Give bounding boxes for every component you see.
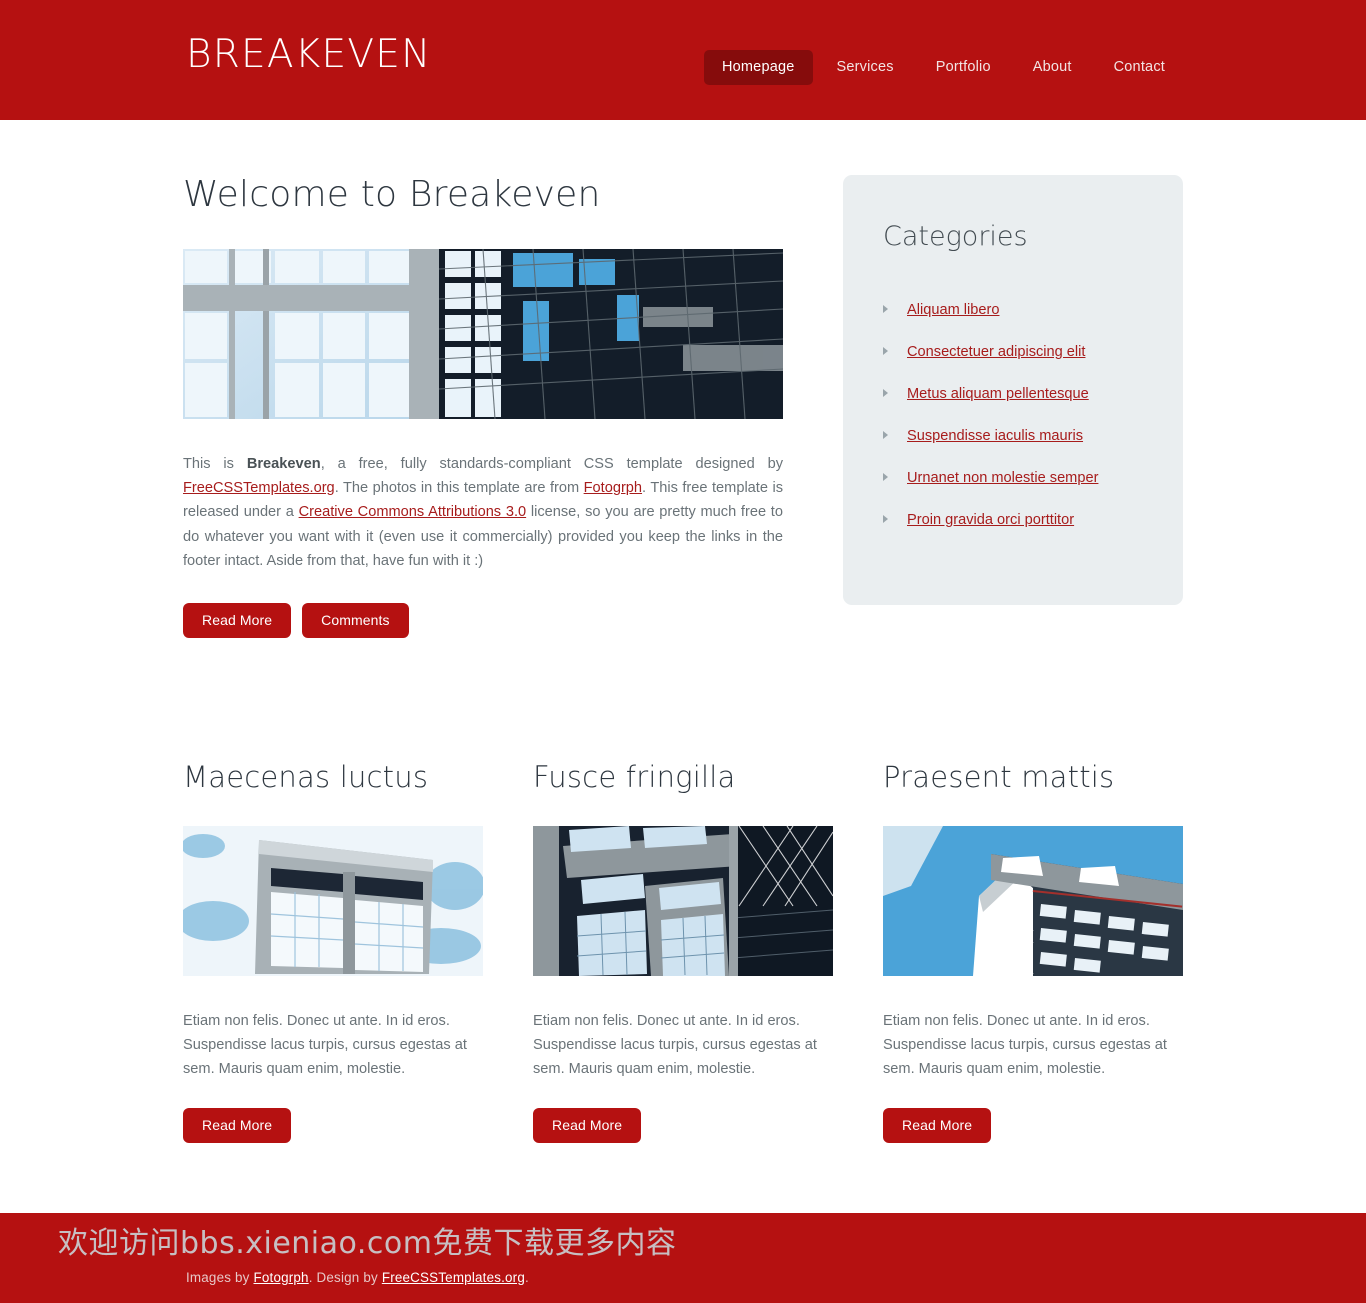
main-navigation: Homepage Services Portfolio About Contac… [698, 50, 1183, 85]
read-more-button[interactable]: Read More [183, 602, 292, 638]
footer-link-fotogrph[interactable]: Fotogrph [254, 1270, 309, 1285]
hero-image-graphic [183, 248, 783, 419]
feature-column-0: Maecenas luctus Etiam non felis. Donec u… [183, 759, 483, 1143]
page-container: Welcome to Breakeven This is Breakeven, … [183, 120, 1183, 1203]
category-link-3[interactable]: Suspendisse iaculis mauris [907, 428, 1083, 444]
column-read-more-button-0[interactable]: Read More [183, 1107, 292, 1143]
nav-item-portfolio[interactable]: Portfolio [918, 50, 1009, 85]
category-link-0[interactable]: Aliquam libero [907, 302, 999, 318]
list-item: Proin gravida orci porttitor [883, 512, 1143, 528]
footer-credits: Images by Fotogrph. Design by FreeCSSTem… [186, 1270, 529, 1285]
column-title-0: Maecenas luctus [183, 759, 429, 794]
category-link-5[interactable]: Proin gravida orci porttitor [907, 512, 1074, 528]
hero-image [183, 248, 783, 419]
site-header: BREAKEVEN Homepage Services Portfolio Ab… [0, 0, 1366, 120]
footer-link-freecsstemplates[interactable]: FreeCSSTemplates.org [382, 1270, 525, 1285]
intro-text-1: This is [183, 455, 247, 472]
column-button-row-1: Read More [533, 1107, 833, 1143]
link-fotogrph[interactable]: Fotogrph [584, 480, 642, 496]
footer-images-by-label: Images by [186, 1269, 254, 1285]
column-image-2-graphic [883, 825, 1183, 976]
column-title-1: Fusce fringilla [533, 759, 736, 794]
column-image-1-graphic [533, 825, 833, 976]
intro-paragraph: This is Breakeven, a free, fully standar… [183, 452, 783, 574]
column-image-1 [533, 825, 833, 976]
nav-item-about[interactable]: About [1015, 50, 1090, 85]
feature-columns: Maecenas luctus Etiam non felis. Donec u… [183, 638, 1183, 1203]
list-item: Suspendisse iaculis mauris [883, 428, 1143, 444]
list-item: Metus aliquam pellentesque [883, 386, 1143, 402]
category-link-4[interactable]: Urnanet non molestie semper [907, 470, 1098, 486]
feature-column-1: Fusce fringilla Etiam non felis. Donec u… [533, 759, 833, 1143]
link-creative-commons[interactable]: Creative Commons Attributions 3.0 [299, 504, 527, 520]
nav-item-contact[interactable]: Contact [1096, 50, 1183, 85]
category-list: Aliquam libero Consectetuer adipiscing e… [883, 302, 1143, 528]
column-title-2: Praesent mattis [883, 759, 1115, 794]
list-item: Aliquam libero [883, 302, 1143, 318]
triangle-bullet-icon [883, 473, 888, 481]
column-button-row-0: Read More [183, 1107, 483, 1143]
footer-inner: Images by Fotogrph. Design by FreeCSSTem… [183, 1213, 1183, 1303]
column-copy-1: Etiam non felis. Donec ut ante. In id er… [533, 1012, 817, 1078]
footer-design-by-label: . Design by [308, 1269, 382, 1285]
column-copy-0: Etiam non felis. Donec ut ante. In id er… [183, 1012, 467, 1078]
column-read-more-button-2[interactable]: Read More [883, 1107, 992, 1143]
intro-text-2: , a free, fully standards-compliant CSS … [320, 455, 783, 472]
intro-text-3: . The photos in this template are from [334, 480, 584, 496]
triangle-bullet-icon [883, 431, 888, 439]
feature-column-2: Praesent mattis Etiam non felis. Donec u… [883, 759, 1183, 1143]
list-item: Consectetuer adipiscing elit [883, 344, 1143, 360]
nav-item-homepage[interactable]: Homepage [703, 50, 813, 85]
triangle-bullet-icon [883, 389, 888, 397]
category-link-1[interactable]: Consectetuer adipiscing elit [907, 344, 1085, 360]
top-section: Welcome to Breakeven This is Breakeven, … [183, 120, 1183, 638]
column-image-0-graphic [183, 825, 483, 976]
triangle-bullet-icon [883, 515, 888, 523]
site-footer: Images by Fotogrph. Design by FreeCSSTem… [0, 1212, 1366, 1303]
column-image-2 [883, 825, 1183, 976]
list-item: Urnanet non molestie semper [883, 470, 1143, 486]
site-logo[interactable]: BREAKEVEN [186, 35, 431, 74]
column-image-0 [183, 825, 483, 976]
triangle-bullet-icon [883, 347, 888, 355]
sidebar-title: Categories [883, 221, 1028, 252]
comments-button[interactable]: Comments [302, 602, 409, 638]
intro-bold-brand: Breakeven [246, 455, 321, 472]
link-freecsstemplates[interactable]: FreeCSSTemplates.org [183, 480, 335, 496]
page-title: Welcome to Breakeven [183, 174, 601, 215]
triangle-bullet-icon [883, 305, 888, 313]
column-read-more-button-1[interactable]: Read More [533, 1107, 642, 1143]
header-inner: BREAKEVEN Homepage Services Portfolio Ab… [183, 0, 1183, 120]
main-content-column: Welcome to Breakeven This is Breakeven, … [183, 175, 783, 638]
nav-item-services[interactable]: Services [819, 50, 912, 85]
column-button-row-2: Read More [883, 1107, 1183, 1143]
category-link-2[interactable]: Metus aliquam pellentesque [907, 386, 1089, 402]
main-button-row: Read More Comments [183, 602, 783, 638]
column-copy-2: Etiam non felis. Donec ut ante. In id er… [883, 1012, 1167, 1078]
sidebar-categories-panel: Categories Aliquam libero Consectetuer a… [843, 175, 1183, 605]
footer-suffix: . [524, 1269, 529, 1285]
